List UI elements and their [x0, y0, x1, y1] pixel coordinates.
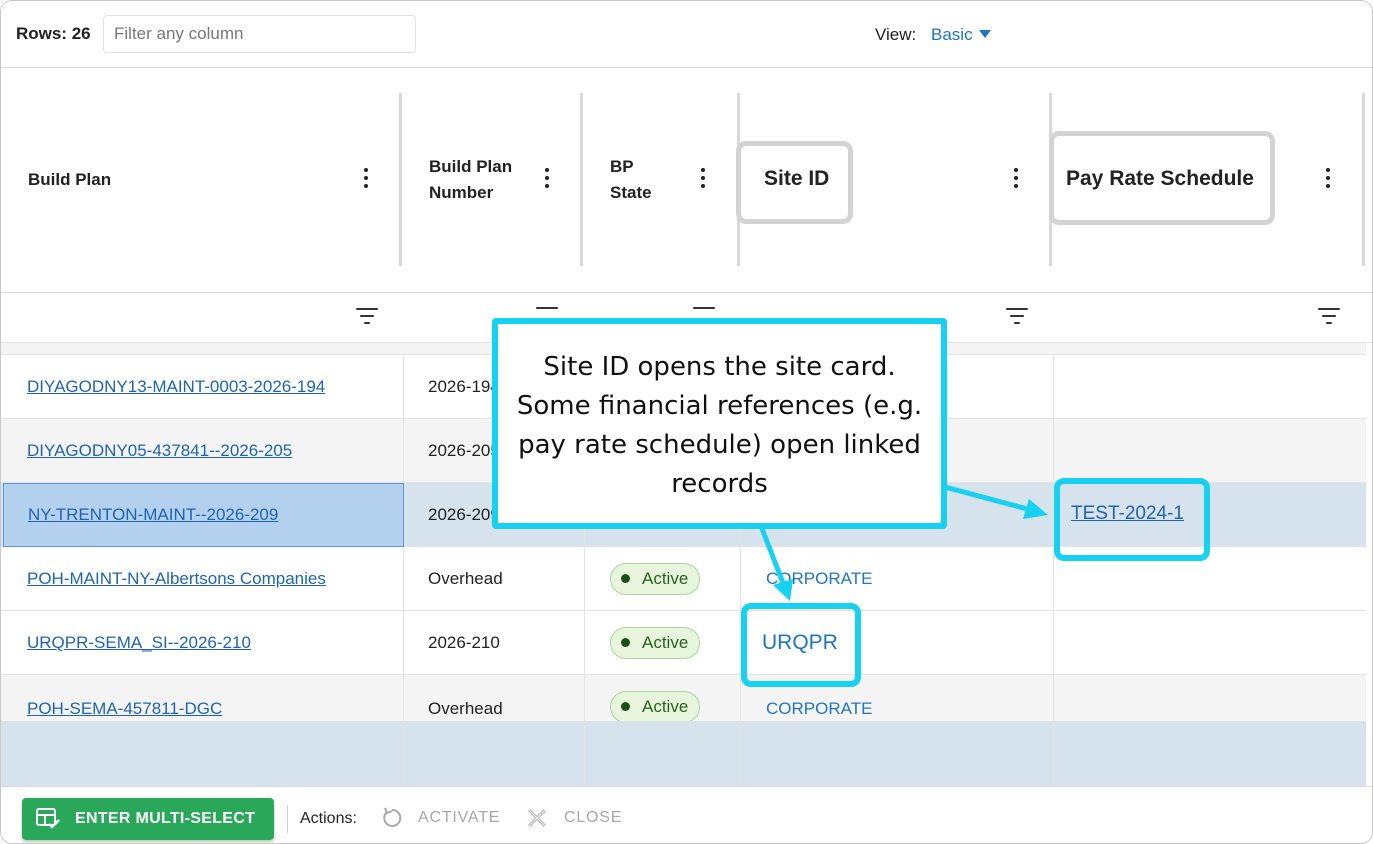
divider — [287, 805, 288, 833]
grid-toolbar: Rows: 26 View: Basic — [1, 1, 1372, 68]
status-dot-icon — [621, 574, 630, 583]
view-dropdown-value: Basic — [931, 25, 973, 44]
cell-pay-rate-schedule — [1054, 419, 1366, 483]
build-plan-number: 2026-210 — [428, 633, 500, 652]
filter-any-column-input[interactable] — [103, 15, 416, 53]
multi-select-table-icon — [36, 808, 60, 829]
actions-label: Actions: — [300, 810, 357, 827]
column-menu-kebab-icon[interactable] — [1008, 166, 1024, 192]
multi-select-label: ENTER MULTI-SELECT — [75, 810, 256, 827]
cell-empty — [1, 721, 404, 786]
status-badge-label: Active — [642, 633, 689, 652]
table-row[interactable]: URQPR-SEMA_SI--2026-210 2026-210 Active … — [1, 611, 1366, 675]
column-header-build-plan[interactable]: Build Plan — [1, 68, 401, 293]
build-plan-number: Overhead — [428, 569, 503, 588]
build-plan-link[interactable]: NY-TRENTON-MAINT--2026-209 — [28, 505, 278, 525]
build-plan-number: 2026-194 — [428, 377, 500, 396]
caret-down-icon — [978, 30, 991, 38]
cell-build-plan: DIYAGODNY05-437841--2026-205 — [1, 419, 404, 483]
close-button[interactable]: CLOSE — [526, 808, 623, 828]
refresh-icon — [383, 807, 402, 827]
build-plan-number: Overhead — [428, 699, 503, 718]
status-badge-label: Active — [642, 697, 689, 716]
filter-icon[interactable] — [356, 308, 378, 326]
data-grid-window: Rows: 26 View: Basic Build Plan Build Pl… — [0, 0, 1373, 844]
site-id-link-highlight — [741, 603, 861, 687]
cell-build-plan-number: Overhead — [404, 547, 585, 611]
column-header-row: Build Plan Build Plan Number BP State Si… — [1, 68, 1372, 293]
cell-empty — [404, 721, 585, 786]
cell-empty — [741, 721, 1054, 786]
site-id-link[interactable]: CORPORATE — [766, 569, 872, 589]
activate-label: ACTIVATE — [418, 809, 501, 826]
callout-tooltip: Site ID opens the site card. Some financ… — [492, 318, 947, 529]
cell-bp-state: Active — [585, 547, 741, 611]
build-plan-number: 2026-205 — [428, 441, 500, 460]
cell-empty — [585, 721, 741, 786]
cell-build-plan-number: 2026-210 — [404, 611, 585, 675]
build-plan-link[interactable]: URQPR-SEMA_SI--2026-210 — [27, 633, 251, 653]
site-id-link[interactable]: CORPORATE — [766, 699, 872, 719]
status-badge-label: Active — [642, 569, 689, 588]
cell-build-plan: POH-MAINT-NY-Albertsons Companies — [1, 547, 404, 611]
status-dot-icon — [621, 638, 630, 647]
column-menu-kebab-icon[interactable] — [539, 166, 555, 192]
column-menu-kebab-icon[interactable] — [1320, 166, 1336, 192]
column-resize-handle[interactable] — [1362, 93, 1365, 266]
cell-pay-rate-schedule — [1054, 355, 1366, 419]
column-header-build-plan-number[interactable]: Build Plan Number — [402, 68, 582, 293]
status-badge-active: Active — [610, 563, 701, 595]
filter-icon[interactable] — [1318, 308, 1340, 326]
column-title-build-plan: Build Plan — [28, 170, 112, 189]
column-title-bp-state: BP State — [610, 157, 652, 202]
status-badge-active: Active — [610, 627, 701, 659]
build-plan-link[interactable]: POH-SEMA-457811-DGC — [27, 699, 222, 719]
view-label: View: — [875, 25, 917, 44]
status-badge-active: Active — [610, 691, 701, 723]
column-title-build-plan-number: Build Plan Number — [429, 157, 513, 202]
close-label: CLOSE — [564, 809, 623, 826]
status-dot-icon — [621, 702, 630, 711]
cell-site-id: CORPORATE — [741, 547, 1054, 611]
site-id-header-highlight — [736, 141, 853, 224]
close-x-icon — [527, 808, 547, 828]
column-header-bp-state[interactable]: BP State — [583, 68, 739, 293]
callout-text: Site ID opens the site card. Some financ… — [516, 352, 923, 499]
row-count: Rows: 26 — [16, 24, 91, 43]
enter-multi-select-button[interactable]: ENTER MULTI-SELECT — [22, 798, 274, 840]
cell-bp-state: Active — [585, 611, 741, 675]
cell-pay-rate-schedule — [1054, 611, 1366, 675]
activate-button[interactable]: ACTIVATE — [381, 807, 501, 827]
cell-empty — [1054, 721, 1366, 786]
column-menu-kebab-icon[interactable] — [695, 166, 711, 192]
pay-rate-header-highlight — [1049, 131, 1275, 225]
build-plan-link[interactable]: DIYAGODNY05-437841--2026-205 — [27, 441, 292, 461]
cell-build-plan: DIYAGODNY13-MAINT-0003-2026-194 — [1, 355, 404, 419]
cell-build-plan-focused[interactable]: NY-TRENTON-MAINT--2026-209 — [3, 483, 404, 547]
table-row-empty — [1, 721, 1366, 786]
grid-footer-actions: ENTER MULTI-SELECT Actions: ACTIVATE CLO… — [1, 786, 1372, 843]
column-menu-kebab-icon[interactable] — [358, 166, 374, 192]
build-plan-link[interactable]: POH-MAINT-NY-Albertsons Companies — [27, 569, 326, 589]
cell-build-plan: URQPR-SEMA_SI--2026-210 — [1, 611, 404, 675]
pay-rate-link-highlight — [1054, 478, 1210, 561]
view-dropdown[interactable]: Basic — [931, 25, 991, 45]
filter-icon[interactable] — [1006, 308, 1028, 326]
build-plan-link[interactable]: DIYAGODNY13-MAINT-0003-2026-194 — [27, 377, 325, 397]
build-plan-number: 2026-209 — [428, 505, 500, 524]
